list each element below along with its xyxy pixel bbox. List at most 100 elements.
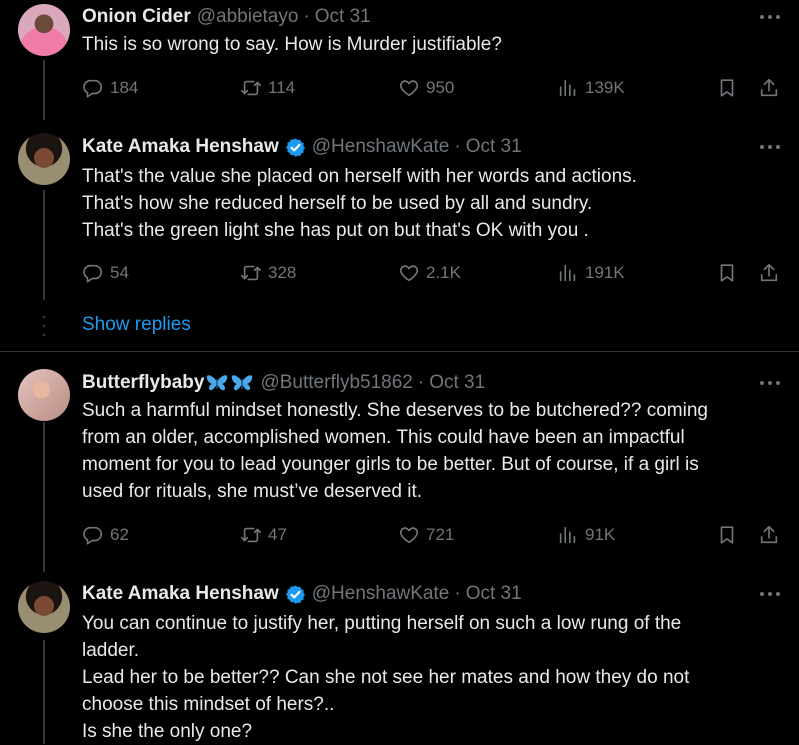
tweet-date[interactable]: Oct 31 [466, 136, 522, 158]
more-options-icon[interactable] [759, 14, 781, 20]
thread-line [43, 640, 45, 744]
reply-button[interactable]: 184 [82, 77, 138, 99]
reply-count: 184 [110, 78, 139, 97]
repost-count: 47 [268, 525, 287, 544]
tweet-date[interactable]: Oct 31 [466, 583, 522, 605]
tweet-kate-henshaw-reply[interactable]: Kate Amaka Henshaw @HenshawKate · Oct 31… [0, 572, 799, 744]
tweet-header: Onion Cider @abbietayo · Oct 31 [82, 5, 371, 29]
tweet-text: This is so wrong to say. How is Murder j… [82, 31, 782, 58]
tweet-text-line: choose this mindset of hers?.. [82, 694, 335, 715]
like-count: 950 [426, 78, 455, 97]
like-button[interactable]: 950 [398, 77, 454, 99]
like-count: 721 [426, 525, 455, 544]
bookmark-button[interactable] [716, 77, 738, 99]
views-button[interactable]: 191K [557, 262, 625, 284]
tweet-text-line: from an older, accomplished women. This … [82, 427, 685, 448]
tweet-header: Kate Amaka Henshaw @HenshawKate · Oct 31 [82, 135, 522, 159]
reply-icon [82, 77, 104, 99]
bookmark-icon [716, 262, 738, 284]
user-handle[interactable]: @HenshawKate [312, 136, 450, 158]
tweet-header: Kate Amaka Henshaw @HenshawKate · Oct 31 [82, 582, 522, 606]
share-button[interactable] [758, 524, 780, 546]
reply-button[interactable]: 54 [82, 262, 129, 284]
bookmark-button[interactable] [716, 262, 738, 284]
views-button[interactable]: 91K [557, 524, 615, 546]
share-button[interactable] [758, 77, 780, 99]
separator-dot: · [303, 6, 310, 27]
tweet-text: Such a harmful mindset honestly. She des… [82, 397, 782, 505]
view-count: 139K [585, 78, 625, 97]
view-count: 191K [585, 263, 625, 282]
repost-count: 114 [268, 78, 296, 97]
like-button[interactable]: 721 [398, 524, 454, 546]
tweet-text-line: You can continue to justify her, putting… [82, 613, 682, 634]
user-handle[interactable]: @abbietayo [197, 6, 299, 28]
repost-icon [240, 77, 262, 99]
more-options-icon[interactable] [759, 591, 781, 597]
tweet-date[interactable]: Oct 31 [429, 372, 485, 394]
tweet-text-line: That's how she reduced herself to be use… [82, 193, 593, 214]
reply-button[interactable]: 62 [82, 524, 129, 546]
action-bar: 184 114 950 139K [82, 77, 782, 101]
reply-count: 62 [110, 525, 129, 544]
tweet-text-line: That's the value she placed on herself w… [82, 166, 637, 187]
avatar[interactable] [18, 369, 70, 421]
butterfly-icon [205, 373, 229, 393]
bookmark-icon [716, 524, 738, 546]
tweet-text: You can continue to justify her, putting… [82, 610, 782, 745]
action-bar: 54 328 2.1K 191K [82, 262, 782, 286]
tweet-text-line: Lead her to be better?? Can she not see … [82, 667, 690, 688]
thread-continuation-dots-icon [42, 315, 46, 337]
tweet-onion-cider[interactable]: Onion Cider @abbietayo · Oct 31 This is … [0, 0, 799, 120]
repost-button[interactable]: 114 [240, 77, 295, 99]
tweet-text-line: moment for you to lead younger girls to … [82, 454, 699, 475]
bookmark-button[interactable] [716, 524, 738, 546]
heart-icon [398, 524, 420, 546]
repost-button[interactable]: 47 [240, 524, 287, 546]
repost-icon [240, 262, 262, 284]
tweet-text-line: This is so wrong to say. How is Murder j… [82, 34, 502, 55]
view-count: 91K [585, 525, 616, 544]
separator-dot: · [417, 372, 425, 393]
views-icon [557, 524, 579, 546]
more-options-icon[interactable] [759, 144, 781, 150]
avatar[interactable] [18, 4, 70, 56]
share-button[interactable] [758, 262, 780, 284]
display-name[interactable]: Kate Amaka Henshaw [82, 583, 279, 605]
verified-badge-icon [285, 137, 306, 158]
tweet-kate-henshaw-reply[interactable]: Kate Amaka Henshaw @HenshawKate · Oct 31… [0, 120, 799, 352]
repost-count: 328 [268, 263, 297, 282]
views-icon [557, 77, 579, 99]
repost-icon [240, 524, 262, 546]
tweet-date[interactable]: Oct 31 [315, 6, 371, 28]
user-handle[interactable]: @Butterflyb51862 [260, 372, 412, 394]
reply-icon [82, 524, 104, 546]
thread-line [43, 60, 45, 120]
user-handle[interactable]: @HenshawKate [312, 583, 450, 605]
reply-count: 54 [110, 263, 129, 282]
tweet-header: Butterflybaby @Butterflyb51862 · Oct 31 [82, 371, 485, 395]
thread-line [43, 190, 45, 300]
thread-line [43, 422, 45, 572]
views-button[interactable]: 139K [557, 77, 625, 99]
share-icon [758, 262, 780, 284]
tweet-text-line: That's the green light she has put on bu… [82, 220, 589, 241]
avatar[interactable] [18, 133, 70, 185]
share-icon [758, 77, 780, 99]
repost-button[interactable]: 328 [240, 262, 296, 284]
display-name[interactable]: Onion Cider [82, 6, 191, 28]
display-name[interactable]: Kate Amaka Henshaw [82, 136, 279, 158]
more-options-icon[interactable] [759, 380, 781, 386]
views-icon [557, 262, 579, 284]
like-button[interactable]: 2.1K [398, 262, 461, 284]
show-replies-link[interactable]: Show replies [82, 314, 191, 336]
tweet-text-line: Such a harmful mindset honestly. She des… [82, 400, 708, 421]
bookmark-icon [716, 77, 738, 99]
separator-dot: · [454, 583, 461, 604]
reply-icon [82, 262, 104, 284]
avatar[interactable] [18, 581, 70, 633]
tweet-butterflybaby[interactable]: Butterflybaby @Butterflyb51862 · Oct 31 … [0, 352, 799, 572]
display-name[interactable]: Butterflybaby [82, 372, 204, 394]
tweet-text-line: used for rituals, she must’ve deserved i… [82, 481, 423, 502]
tweet-text: That's the value she placed on herself w… [82, 163, 782, 244]
